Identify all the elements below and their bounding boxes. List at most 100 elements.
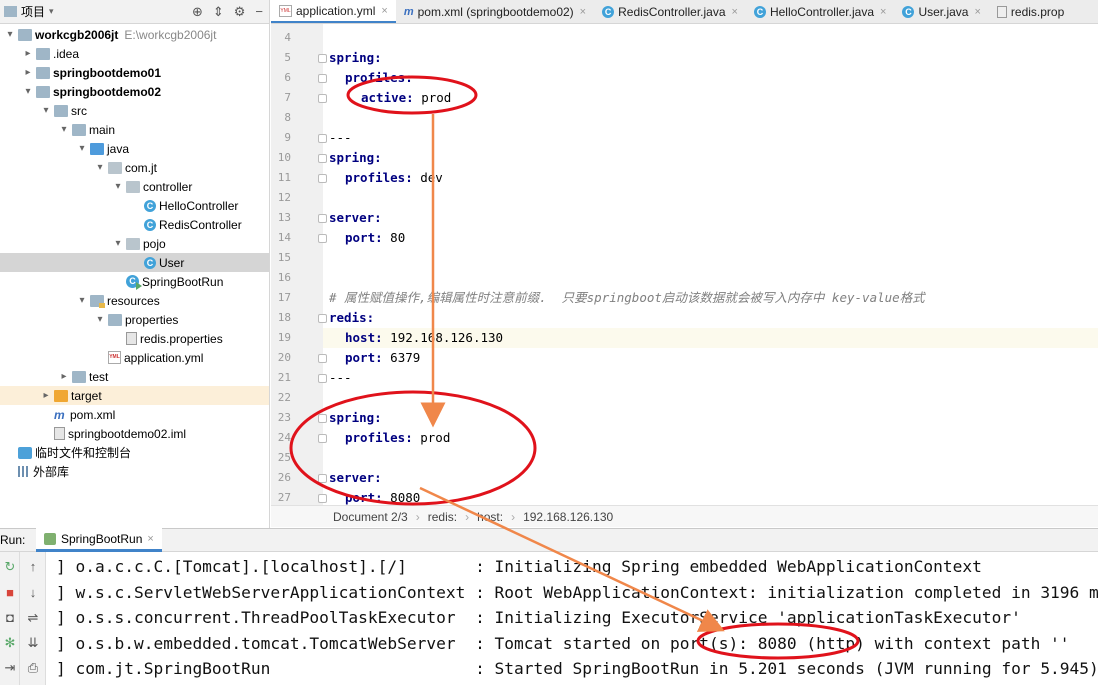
chevron-down-icon[interactable]: ▾ — [22, 86, 34, 97]
tree-item[interactable]: C HelloController — [0, 196, 269, 215]
tree-item[interactable]: ▸ target — [0, 386, 269, 405]
fold-marker-icon[interactable] — [318, 234, 327, 243]
tree-item[interactable]: ▾ springbootdemo02 — [0, 82, 269, 101]
print-icon[interactable]: ⎙ — [24, 659, 42, 677]
fold-marker-icon[interactable] — [318, 134, 327, 143]
collapse-all-icon[interactable]: ⇕ — [213, 4, 224, 20]
run-tab-springbootrun[interactable]: SpringBootRun × — [36, 528, 162, 552]
fold-marker-icon[interactable] — [318, 414, 327, 423]
stop-icon[interactable]: ■ — [1, 584, 19, 602]
chevron-down-icon[interactable]: ▾ — [112, 181, 124, 192]
tree-item[interactable]: ▾ com.jt — [0, 158, 269, 177]
fold-marker-icon[interactable] — [318, 354, 327, 363]
editor-tab[interactable]: C User.java × — [894, 0, 988, 23]
folder-icon — [36, 66, 50, 79]
fold-marker-icon[interactable] — [318, 94, 327, 103]
close-icon[interactable]: × — [880, 6, 886, 18]
tree-item[interactable]: 外部库 — [0, 462, 269, 481]
close-icon[interactable]: × — [381, 5, 387, 17]
fold-marker-icon[interactable] — [318, 434, 327, 443]
tree-item[interactable]: ▸ .idea — [0, 44, 269, 63]
tree-item[interactable]: ▾ pojo — [0, 234, 269, 253]
tree-item-label: 外部库 — [33, 465, 70, 479]
chevron-down-icon[interactable]: ▾ — [112, 238, 124, 249]
locate-icon[interactable]: ⊕ — [192, 4, 203, 20]
chevron-right-icon[interactable]: ▸ — [22, 67, 34, 78]
tree-item[interactable]: 临时文件和控制台 — [0, 443, 269, 462]
console-line: ] o.s.s.concurrent.ThreadPoolTaskExecuto… — [56, 608, 1021, 627]
tree-item-label: controller — [143, 179, 193, 194]
tree-item[interactable]: ▾ properties — [0, 310, 269, 329]
chevron-right-icon[interactable]: ▸ — [58, 371, 70, 382]
yaml-value: 8080 — [382, 490, 421, 505]
tree-item[interactable]: ▸ springbootdemo01 — [0, 63, 269, 82]
editor-tab[interactable]: redis.prop — [989, 0, 1072, 23]
folder-icon — [108, 313, 122, 326]
editor-tab[interactable]: C RedisController.java × — [594, 0, 746, 23]
fold-marker-icon[interactable] — [318, 314, 327, 323]
tree-item[interactable]: ▾ workcgb2006jt E:\workcgb2006jt — [0, 25, 269, 44]
tree-item[interactable]: C User — [0, 253, 269, 272]
tree-item[interactable]: YML application.yml — [0, 348, 269, 367]
chevron-down-icon[interactable]: ▾ — [94, 314, 106, 325]
scroll-down-icon[interactable]: ↓ — [24, 584, 42, 602]
fold-marker-icon[interactable] — [318, 374, 327, 383]
fold-marker-icon[interactable] — [318, 494, 327, 503]
breadcrumb-item[interactable]: Document 2/3 — [333, 510, 408, 524]
chevron-down-icon[interactable]: ▾ — [4, 29, 16, 40]
settings-icon[interactable]: ⇥ — [1, 659, 19, 677]
tree-item[interactable]: ▸ test — [0, 367, 269, 386]
chevron-down-icon[interactable]: ▾ — [76, 143, 88, 154]
scroll-to-end-icon[interactable]: ⇊ — [24, 634, 42, 652]
console-output[interactable]: ] o.a.c.c.C.[Tomcat].[localhost].[/] : I… — [46, 552, 1098, 685]
minimize-icon[interactable]: − — [255, 4, 263, 19]
fold-marker-icon[interactable] — [318, 474, 327, 483]
close-icon[interactable]: × — [974, 6, 980, 18]
tree-item[interactable]: C RedisController — [0, 215, 269, 234]
breadcrumb-item[interactable]: host: — [477, 510, 503, 524]
tree-item[interactable]: C SpringBootRun — [0, 272, 269, 291]
chevron-down-icon[interactable]: ▾ — [40, 105, 52, 116]
fold-marker-icon[interactable] — [318, 54, 327, 63]
fold-marker-icon[interactable] — [318, 214, 327, 223]
soft-wrap-icon[interactable]: ⇌ — [24, 609, 42, 627]
chevron-right-icon[interactable]: ▸ — [40, 390, 52, 401]
fold-marker-icon[interactable] — [318, 74, 327, 83]
tree-item[interactable]: ▾ controller — [0, 177, 269, 196]
project-view-selector[interactable]: 项目 ▾ — [0, 3, 54, 20]
close-icon[interactable]: × — [732, 6, 738, 18]
tree-item[interactable]: springbootdemo02.iml — [0, 424, 269, 443]
tree-item[interactable]: redis.properties — [0, 329, 269, 348]
close-icon[interactable]: × — [580, 6, 586, 18]
code-line: spring: — [323, 148, 1098, 168]
rerun-icon[interactable]: ↻ — [1, 558, 19, 576]
fold-marker-icon[interactable] — [318, 154, 327, 163]
debug-icon[interactable]: ✻ — [1, 634, 19, 652]
tree-item[interactable]: ▾ java — [0, 139, 269, 158]
yaml-editor[interactable]: spring: profiles: active: prod --- spring: pr… — [323, 24, 1098, 505]
source-folder-icon — [90, 142, 104, 155]
chevron-down-icon[interactable]: ▾ — [58, 124, 70, 135]
chevron-down-icon[interactable]: ▾ — [76, 295, 88, 306]
breadcrumb-item[interactable]: 192.168.126.130 — [523, 510, 613, 524]
breadcrumb-item[interactable]: redis: — [428, 510, 457, 524]
yaml-key: profiles: — [345, 170, 413, 185]
gear-icon[interactable]: ⚙ — [234, 4, 246, 20]
tree-item[interactable]: ▾ resources — [0, 291, 269, 310]
yaml-key: active: — [361, 90, 414, 105]
chevron-right-icon[interactable]: ▸ — [22, 48, 34, 59]
tree-item[interactable]: m pom.xml — [0, 405, 269, 424]
scroll-up-icon[interactable]: ↑ — [24, 558, 42, 576]
tree-item[interactable]: ▾ main — [0, 120, 269, 139]
editor-tab[interactable]: YML application.yml × — [271, 0, 396, 23]
editor-tab[interactable]: C HelloController.java × — [746, 0, 895, 23]
fold-marker-icon[interactable] — [318, 174, 327, 183]
code-line: server: — [323, 468, 1098, 488]
project-panel-header: 项目 ▾ ⊕ ⇕ ⚙ − — [0, 0, 269, 24]
project-panel-title: 项目 — [21, 5, 46, 19]
chevron-down-icon[interactable]: ▾ — [94, 162, 106, 173]
camera-icon[interactable]: ◘ — [1, 609, 19, 627]
editor-tab[interactable]: m pom.xml (springbootdemo02) × — [396, 0, 594, 23]
close-icon[interactable]: × — [147, 533, 153, 545]
tree-item[interactable]: ▾ src — [0, 101, 269, 120]
